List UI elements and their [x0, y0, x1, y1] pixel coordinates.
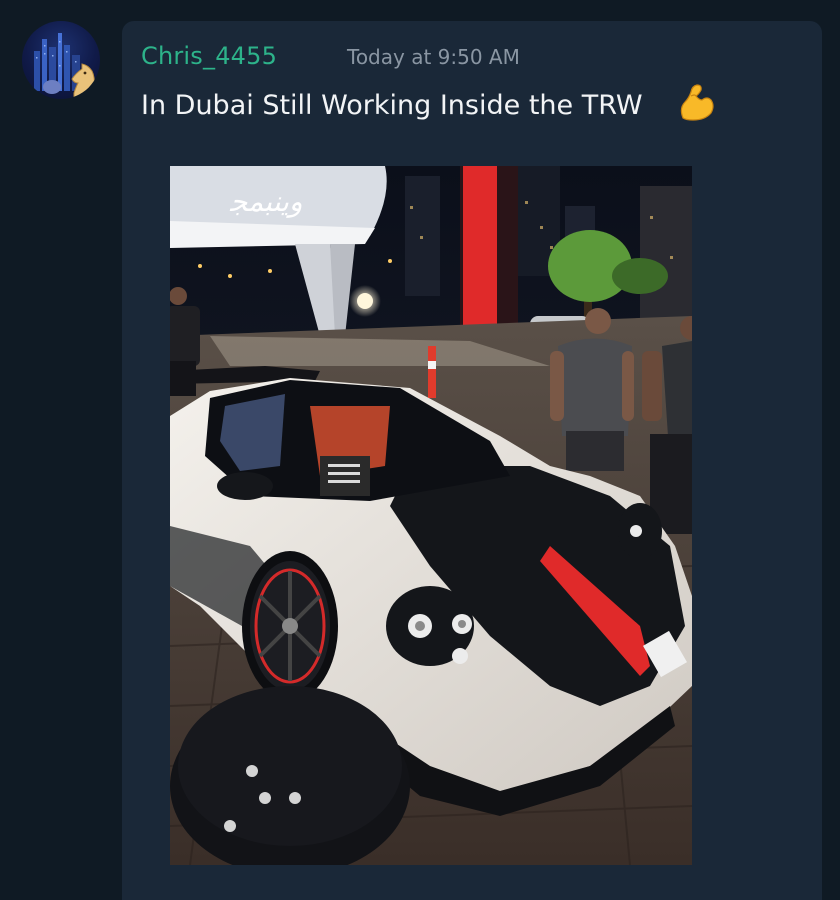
author-name[interactable]: Chris_4455 — [141, 42, 277, 70]
headlight-cluster — [386, 586, 474, 666]
mall-sign-text: وﻳﻨﺒﻤﺠ — [229, 185, 302, 218]
avatar[interactable] — [22, 21, 100, 99]
flexed-biceps-emoji — [677, 82, 715, 122]
attachment-image[interactable]: وﻳﻨﺒﻤﺠ — [170, 166, 692, 865]
message-text: In Dubai Still Working Inside the TRW — [141, 90, 643, 121]
avatar-image — [34, 33, 96, 99]
chat-page: Chris_4455 Today at 9:50 AM In Dubai Sti… — [0, 0, 840, 900]
message-timestamp: Today at 9:50 AM — [347, 45, 520, 69]
